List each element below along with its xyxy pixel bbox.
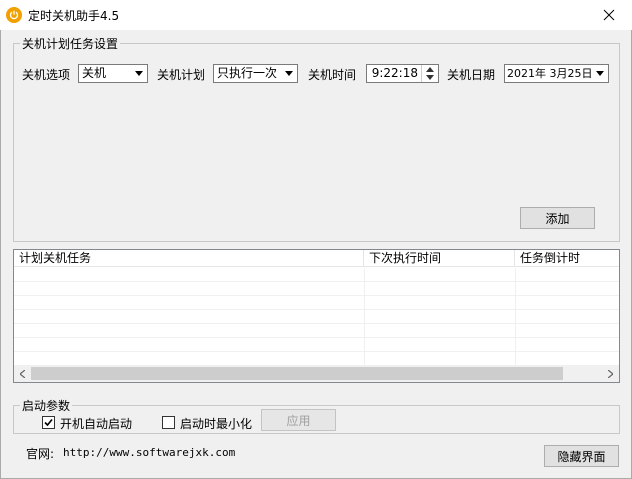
chevron-down-icon bbox=[131, 66, 146, 81]
shutdown-time-value: 9:22:18 bbox=[371, 66, 418, 80]
task-settings-legend: 关机计划任务设置 bbox=[22, 37, 119, 51]
column-divider bbox=[515, 268, 516, 366]
minimize-checkbox[interactable] bbox=[162, 416, 175, 429]
table-row bbox=[14, 352, 619, 366]
scroll-right-icon[interactable] bbox=[602, 365, 619, 382]
scrollbar-thumb[interactable] bbox=[31, 367, 563, 380]
spin-down-icon bbox=[426, 75, 434, 80]
column-header-task[interactable]: 计划关机任务 bbox=[14, 250, 364, 267]
scroll-left-icon[interactable] bbox=[14, 365, 31, 382]
task-list-header: 计划关机任务 下次执行时间 任务倒计时 bbox=[14, 250, 619, 267]
shutdown-plan-select[interactable]: 只执行一次 bbox=[213, 64, 298, 83]
shutdown-plan-label: 关机计划 bbox=[157, 68, 206, 82]
official-site-link[interactable]: http://www.softwarejxk.com bbox=[63, 446, 235, 459]
autostart-checkbox[interactable] bbox=[42, 416, 55, 429]
table-row bbox=[14, 282, 619, 296]
hide-window-button[interactable]: 隐藏界面 bbox=[544, 445, 619, 467]
shutdown-time-input[interactable]: 9:22:18 bbox=[366, 64, 439, 83]
startup-params-legend: 启动参数 bbox=[22, 399, 71, 413]
shutdown-plan-value: 只执行一次 bbox=[217, 66, 278, 80]
shutdown-date-label: 关机日期 bbox=[447, 68, 496, 82]
autostart-label[interactable]: 开机自动启动 bbox=[60, 415, 132, 432]
apply-button[interactable]: 应用 bbox=[261, 409, 336, 431]
minimize-label[interactable]: 启动时最小化 bbox=[180, 415, 252, 432]
chevron-down-icon bbox=[281, 66, 296, 81]
shutdown-date-picker[interactable]: 2021年 3月25日 bbox=[504, 64, 609, 83]
task-list-body bbox=[14, 268, 619, 366]
table-row bbox=[14, 310, 619, 324]
shutdown-option-label: 关机选项 bbox=[22, 68, 71, 82]
time-spinner[interactable] bbox=[421, 65, 438, 82]
table-row bbox=[14, 324, 619, 338]
shutdown-option-value: 关机 bbox=[82, 66, 107, 80]
column-header-next-run[interactable]: 下次执行时间 bbox=[364, 250, 515, 267]
close-icon bbox=[603, 9, 615, 21]
shutdown-date-value: 2021年 3月25日 bbox=[507, 67, 593, 80]
column-divider bbox=[364, 268, 365, 366]
table-row bbox=[14, 268, 619, 282]
add-task-button[interactable]: 添加 bbox=[520, 207, 595, 229]
power-icon bbox=[6, 7, 22, 23]
window-title: 定时关机助手4.5 bbox=[28, 9, 120, 23]
official-site-label: 官网: bbox=[26, 447, 55, 461]
column-header-countdown[interactable]: 任务倒计时 bbox=[515, 250, 619, 267]
table-row bbox=[14, 338, 619, 352]
shutdown-time-label: 关机时间 bbox=[308, 68, 357, 82]
spin-up-icon bbox=[426, 67, 434, 72]
shutdown-option-select[interactable]: 关机 bbox=[78, 64, 148, 83]
table-row bbox=[14, 296, 619, 310]
check-icon bbox=[44, 418, 53, 427]
horizontal-scrollbar[interactable] bbox=[14, 365, 619, 382]
close-button[interactable] bbox=[586, 0, 632, 30]
task-list[interactable]: 计划关机任务 下次执行时间 任务倒计时 bbox=[13, 249, 620, 383]
title-bar: 定时关机助手4.5 bbox=[0, 0, 632, 30]
chevron-down-icon bbox=[592, 66, 607, 81]
